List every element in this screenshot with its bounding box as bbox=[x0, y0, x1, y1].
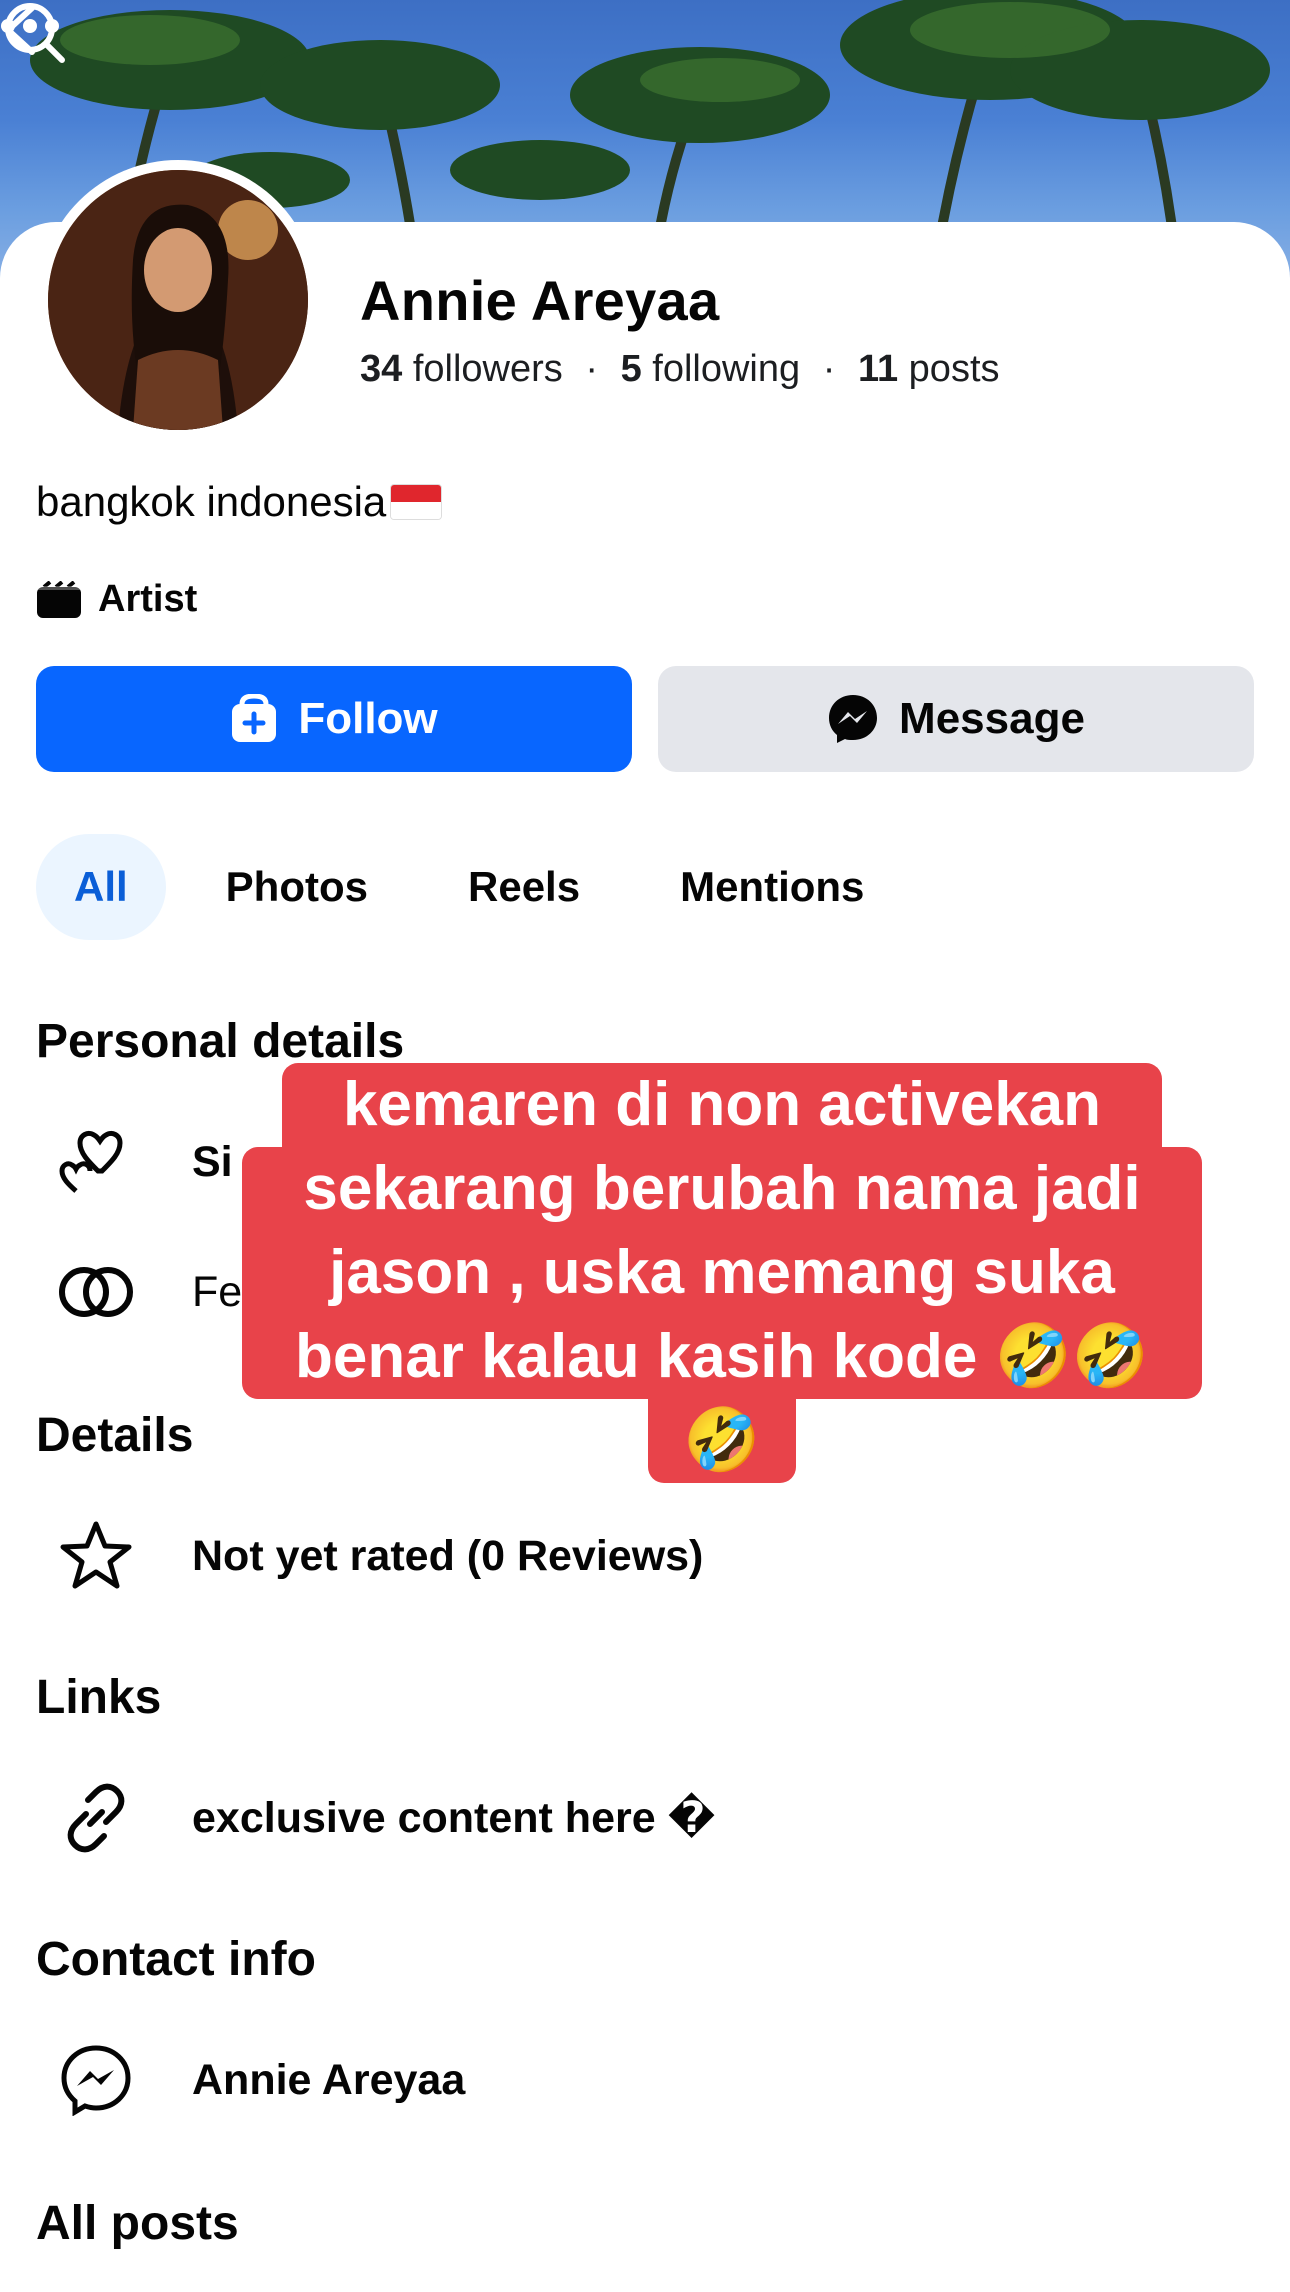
contact-name: Annie Areyaa bbox=[192, 2055, 466, 2104]
rating-text: Not yet rated (0 Reviews) bbox=[192, 1531, 704, 1580]
followers-label[interactable]: followers bbox=[413, 348, 563, 390]
posts-label: posts bbox=[908, 348, 1000, 390]
follow-button[interactable]: Follow bbox=[36, 666, 632, 772]
tab-photos[interactable]: Photos bbox=[186, 834, 408, 940]
tab-reels[interactable]: Reels bbox=[428, 834, 620, 940]
link-row[interactable]: exclusive content here � bbox=[56, 1778, 715, 1858]
following-label[interactable]: following bbox=[652, 348, 800, 390]
profile-stats: 34 followers · 5 following · 11 posts bbox=[360, 348, 1000, 391]
caption-line: kemaren di non activekan bbox=[282, 1063, 1162, 1147]
contact-row[interactable]: Annie Areyaa bbox=[56, 2040, 465, 2120]
personal-details-title: Personal details bbox=[36, 1015, 405, 1068]
hearts-icon bbox=[59, 1130, 123, 1193]
rating-row[interactable]: Not yet rated (0 Reviews) bbox=[56, 1516, 703, 1596]
clapperboard-icon bbox=[37, 580, 81, 618]
following-count[interactable]: 5 bbox=[621, 348, 642, 390]
avatar-portrait bbox=[48, 170, 308, 430]
profile-name: Annie Areyaa bbox=[360, 269, 720, 332]
gender-text: Fe bbox=[192, 1267, 243, 1316]
message-label: Message bbox=[899, 694, 1085, 743]
link-icon bbox=[67, 1783, 125, 1853]
follow-label: Follow bbox=[298, 694, 438, 743]
link-text: exclusive content here � bbox=[192, 1794, 716, 1842]
relationship-text: Si bbox=[192, 1137, 233, 1186]
message-button[interactable]: Message bbox=[658, 666, 1254, 772]
separator: · bbox=[822, 348, 836, 390]
followers-count[interactable]: 34 bbox=[360, 348, 402, 390]
star-icon bbox=[60, 1521, 132, 1589]
avatar[interactable] bbox=[48, 170, 308, 430]
search-icon[interactable] bbox=[0, 0, 70, 70]
indonesia-flag-icon bbox=[390, 484, 443, 520]
overlay-caption: kemaren di non activekan sekarang beruba… bbox=[242, 1063, 1202, 1483]
follow-icon bbox=[232, 694, 277, 742]
posts-count: 11 bbox=[857, 348, 899, 390]
messenger-icon bbox=[829, 695, 878, 743]
profile-tabs: All Photos Reels Mentions bbox=[36, 834, 904, 940]
profile-bio: bangkok indonesia bbox=[36, 478, 443, 526]
personal-detail-relationship[interactable]: Si bbox=[56, 1122, 233, 1202]
profile-category: Artist bbox=[36, 578, 197, 621]
caption-line: jason , uska memang suka bbox=[242, 1231, 1202, 1315]
personal-detail-gender[interactable]: Fe bbox=[56, 1252, 242, 1332]
caption-line: benar kalau kasih kode 🤣🤣 bbox=[242, 1315, 1202, 1399]
tab-all[interactable]: All bbox=[36, 834, 166, 940]
rings-icon bbox=[59, 1267, 133, 1317]
details-title: Details bbox=[36, 1409, 194, 1462]
bio-text: bangkok indonesia bbox=[36, 478, 387, 525]
contact-info-title: Contact info bbox=[36, 1933, 316, 1986]
tab-mentions[interactable]: Mentions bbox=[640, 834, 904, 940]
links-title: Links bbox=[36, 1671, 162, 1724]
messenger-icon bbox=[61, 2045, 131, 2116]
caption-line: 🤣 bbox=[648, 1399, 796, 1483]
caption-line: sekarang berubah nama jadi bbox=[242, 1147, 1202, 1231]
separator: · bbox=[585, 348, 599, 390]
all-posts-title: All posts bbox=[36, 2197, 239, 2250]
category-label: Artist bbox=[98, 578, 198, 620]
